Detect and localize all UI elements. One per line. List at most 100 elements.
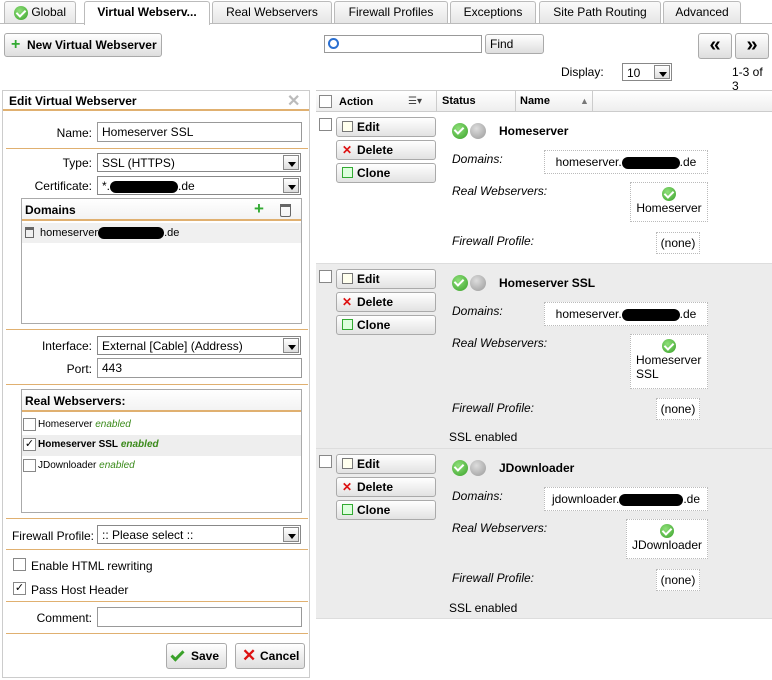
field-value: Homeserver SSL [102,125,194,139]
realws-name: Homeserver [38,419,93,430]
find-button[interactable]: Find [485,34,544,54]
ok-icon [662,339,676,353]
ssl-status: SSL enabled [449,601,518,615]
checkbox[interactable]: ✓ [23,438,36,451]
button-label: Find [490,37,514,51]
column-status[interactable]: Status [442,95,476,107]
edit-button[interactable]: Edit [336,454,436,474]
new-virtual-webserver-button[interactable]: + New Virtual Webserver [4,33,162,57]
column-action[interactable]: Action [339,96,373,108]
select-value: SSL (HTTPS) [102,156,175,170]
row-name: Homeserver [499,124,569,138]
redacted-text [621,156,680,169]
redacted-text [621,308,680,321]
clone-button[interactable]: Clone [336,163,436,183]
list-item[interactable]: Homeserver enabled [22,415,301,435]
search-icon [328,38,339,49]
pass-host-checkbox[interactable]: ✓ [13,582,26,595]
name-field[interactable]: Homeserver SSL [97,122,302,142]
firewall-profile-select[interactable]: :: Please select :: [97,525,301,544]
tab-label: Advanced [675,5,729,19]
edit-button[interactable]: Edit [336,269,436,289]
tab-site-path-routing[interactable]: Site Path Routing [539,1,661,23]
delete-button[interactable]: ✕ Delete [336,477,436,497]
check-icon [170,647,185,662]
row-checkbox[interactable] [319,118,332,131]
button-label: Delete [357,143,394,157]
real-webservers-header: Real Webservers: [22,390,301,412]
list-item[interactable]: ✓ Homeserver SSL enabled [22,435,301,456]
ok-icon [13,5,28,20]
tab-real-webservers[interactable]: Real Webservers [212,1,332,23]
tab-global[interactable]: Global [4,1,76,23]
domains-label: Domains: [452,152,503,166]
realws-label: Real Webservers: [452,184,548,198]
type-label: Type: [62,156,92,170]
search-input[interactable] [324,35,482,53]
save-button[interactable]: Save [166,643,227,669]
close-icon[interactable]: ✕ [287,91,300,111]
divider [6,518,308,519]
cert-prefix: *. [102,179,111,193]
row-checkbox[interactable] [319,270,332,283]
type-select[interactable]: SSL (HTTPS) [97,153,301,172]
list-item[interactable]: JDownloader enabled [22,456,301,476]
row-name: JDownloader [499,461,575,475]
checkbox[interactable] [23,418,36,431]
cancel-button[interactable]: ✕ Cancel [235,643,305,669]
clone-button[interactable]: Clone [336,315,436,335]
column-name[interactable]: Name [520,95,550,107]
status-ok-icon [452,275,468,291]
firewall-label: Firewall Profile: [452,401,535,415]
prev-page-button[interactable]: « [698,33,732,59]
realws-label: Real Webservers: [452,336,548,350]
realws-status: enabled [99,460,135,471]
domains-header: Domains + [22,199,301,221]
trash-icon[interactable] [25,227,34,238]
port-field[interactable]: 443 [97,358,302,378]
tab-bar: Global Virtual Webserv... Real Webserver… [0,0,772,25]
sort-up-icon[interactable]: ▲ [580,96,589,106]
tab-advanced[interactable]: Advanced [663,1,741,23]
realws-status: enabled [95,419,131,430]
tab-label: Real Webservers [226,5,318,19]
delete-button[interactable]: ✕ Delete [336,292,436,312]
realws-name: Homeserver SSL [38,439,119,450]
realws-entry: Homeserver SSL enabled [38,439,159,450]
interface-select[interactable]: External [Cable] (Address) [97,336,301,355]
tab-virtual-webservers[interactable]: Virtual Webserv... [84,1,210,25]
ok-icon [662,187,676,201]
column-menu-icon[interactable]: ☰▾ [408,96,422,107]
row-checkbox[interactable] [319,455,332,468]
domain-value: jdownloader. .de [544,487,708,511]
divider [592,91,593,112]
add-domain-icon[interactable]: + [254,199,264,219]
checkbox[interactable] [23,459,36,472]
domain-suffix: .de [164,227,180,239]
select-value: :: Please select :: [102,528,194,542]
edit-button[interactable]: Edit [336,117,436,137]
clone-button[interactable]: Clone [336,500,436,520]
certificate-select[interactable]: *. .de [97,176,301,195]
divider [6,633,308,634]
realws-value: JDownloader [626,519,708,559]
select-all-checkbox[interactable] [319,95,332,108]
status-ok-icon [452,460,468,476]
domains-label: Domains: [452,304,503,318]
clone-icon [342,504,353,515]
firewall-label: Firewall Profile: [452,234,535,248]
display-select[interactable]: 10 [622,63,672,81]
tab-firewall-profiles[interactable]: Firewall Profiles [334,1,448,23]
clone-icon [342,319,353,330]
next-page-button[interactable]: » [735,33,769,59]
list-item[interactable]: homeserver .de [22,223,301,243]
realws-name-cont: SSL [636,367,659,381]
select-value: 10 [627,66,641,80]
divider [436,91,437,112]
tab-exceptions[interactable]: Exceptions [450,1,536,23]
comment-field[interactable] [97,607,302,627]
trash-icon[interactable] [280,204,291,217]
realws-name: JDownloader [631,538,703,552]
delete-button[interactable]: ✕ Delete [336,140,436,160]
html-rewrite-checkbox[interactable] [13,558,26,571]
